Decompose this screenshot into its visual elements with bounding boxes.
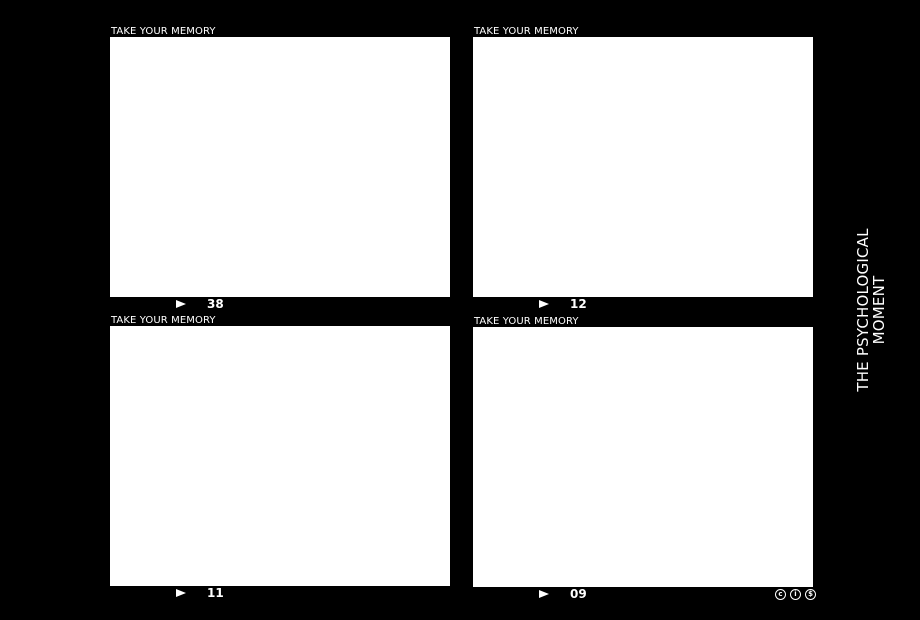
frame-number: 09: [570, 587, 587, 601]
play-triangle-icon: [539, 590, 549, 598]
frame-number: 38: [207, 297, 224, 311]
frame-footer: 12: [473, 297, 813, 311]
by-icon: i: [790, 589, 801, 600]
side-title-line-2: MOMENT: [870, 275, 888, 345]
frame-number: 11: [207, 586, 224, 600]
cc-icon: c: [775, 589, 786, 600]
play-triangle-icon: [176, 300, 186, 308]
frame-footer: 09: [473, 587, 813, 601]
side-title-line-1: THE PSYCHOLOGICAL: [854, 228, 872, 392]
nc-icon: $: [805, 589, 816, 600]
photo-placeholder: [110, 37, 450, 297]
frame-footer: 11: [110, 586, 450, 600]
play-triangle-icon: [176, 589, 186, 597]
play-triangle-icon: [539, 300, 549, 308]
photo-placeholder: [110, 326, 450, 586]
frame-footer: 38: [110, 297, 450, 311]
frame-number: 12: [570, 297, 587, 311]
license-icons: c i $: [775, 589, 817, 601]
photo-placeholder: [473, 327, 813, 587]
side-title: THE PSYCHOLOGICAL MOMENT: [854, 228, 888, 392]
photo-placeholder: [473, 37, 813, 297]
